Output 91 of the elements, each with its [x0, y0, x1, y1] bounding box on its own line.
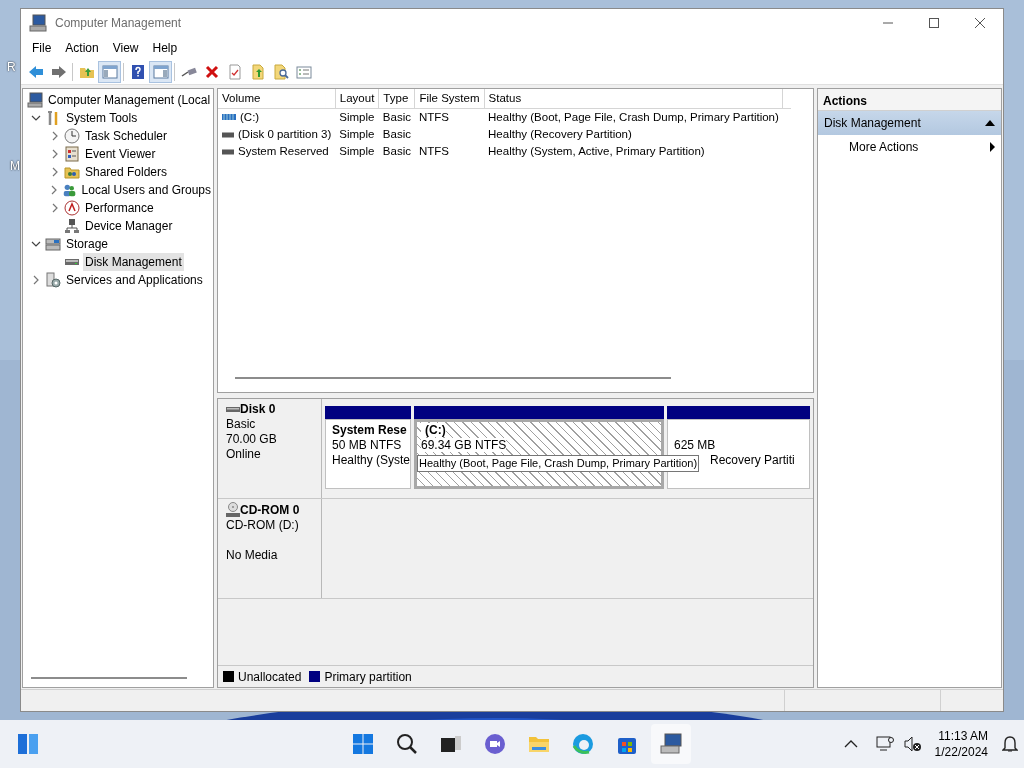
- menu-item[interactable]: File: [25, 37, 59, 59]
- menu-item[interactable]: Action: [58, 37, 106, 59]
- window-title: Computer Management: [55, 15, 182, 32]
- disk-status: No Media: [226, 548, 279, 563]
- computer-icon: [27, 92, 43, 108]
- disk-size: 70.00 GB: [226, 432, 278, 447]
- disk-name: CD-ROM 0: [240, 502, 300, 518]
- services-icon: [45, 272, 61, 288]
- tree-item[interactable]: Services and Applications: [64, 271, 205, 289]
- tree-item[interactable]: Local Users and Groups: [79, 181, 213, 199]
- scrollbar[interactable]: [31, 677, 187, 679]
- partition-size: 625 MB: [674, 438, 716, 452]
- table-cell: Basic: [382, 127, 411, 140]
- action-item[interactable]: More Actions: [818, 135, 1001, 159]
- bell-icon: [1002, 735, 1018, 753]
- table-cell: NTFS: [418, 110, 449, 123]
- table-cell: (C:): [240, 110, 260, 123]
- partition-status: Recovery Partiti: [710, 453, 795, 467]
- shared-folder-icon: [64, 164, 80, 180]
- tree-item[interactable]: System Tools: [64, 109, 140, 127]
- table-cell: Healthy (Boot, Page File, Crash Dump, Primary Partition): [488, 110, 779, 123]
- disk-status: Online: [226, 447, 262, 462]
- scrollbar[interactable]: [235, 377, 671, 379]
- table-cell: Simple: [339, 110, 375, 123]
- disk-name: Disk 0: [240, 402, 276, 417]
- column-header[interactable]: Type: [378, 89, 415, 108]
- tree-item[interactable]: Disk Management: [83, 253, 184, 271]
- volume-icon: [222, 147, 234, 156]
- column-header[interactable]: File System: [414, 89, 485, 108]
- cd-drive-icon: [226, 502, 240, 518]
- clock-time[interactable]: 11:13 AM: [934, 728, 988, 744]
- tree-item[interactable]: Storage: [64, 235, 111, 253]
- table-cell: System Reserved: [238, 145, 329, 157]
- close-icon: [975, 18, 985, 28]
- table-cell: NTFS: [418, 145, 449, 157]
- speaker-muted-icon: [903, 736, 922, 752]
- column-header[interactable]: Volume: [218, 89, 336, 108]
- computer-management-button[interactable]: [651, 724, 691, 764]
- partition-box[interactable]: System Rese 50 MB NTFS Healthy (Syste: [325, 419, 411, 489]
- partition-size: 69.34 GB NTFS: [421, 438, 507, 452]
- partition-name: System Rese: [332, 423, 407, 437]
- menu-item[interactable]: View: [105, 37, 146, 59]
- windows-logo-icon: [351, 732, 375, 756]
- partition-name: (C:): [421, 423, 446, 437]
- clock-date[interactable]: 1/22/2024: [934, 744, 988, 760]
- chevron-up-icon: [843, 740, 858, 748]
- clock-icon: [64, 128, 80, 144]
- tree-item[interactable]: Event Viewer: [83, 145, 158, 163]
- tree-item[interactable]: Computer Management (Local: [46, 91, 213, 109]
- storage-icon: [45, 236, 61, 252]
- table-cell: Healthy (System, Active, Primary Partition): [488, 145, 705, 157]
- search-icon: [395, 732, 419, 756]
- browser-icon: [571, 732, 595, 756]
- tree-item[interactable]: Performance: [83, 199, 156, 217]
- event-log-icon: [64, 146, 80, 162]
- tree-item[interactable]: Task Scheduler: [83, 127, 170, 145]
- table-cell: (Disk 0 partition 3): [238, 127, 332, 140]
- column-header[interactable]: Layout: [335, 89, 379, 108]
- legend-label: Unallocated: [238, 668, 302, 686]
- legend-label: Primary partition: [324, 668, 412, 686]
- disk-type: Basic: [226, 417, 257, 432]
- network-icon: [875, 736, 894, 752]
- partition-size: 50 MB NTFS: [332, 438, 402, 452]
- partition-status: Healthy (Syste: [332, 453, 410, 467]
- table-cell: Healthy (Recovery Partition): [488, 127, 632, 140]
- action-pane-icon: [151, 62, 170, 81]
- table-cell: Simple: [339, 145, 375, 157]
- menu-item[interactable]: Help: [145, 37, 185, 59]
- table-cell: Basic: [382, 145, 411, 157]
- tooltip: Healthy (Boot, Page File, Crash Dump, Primary Partition): [417, 455, 700, 472]
- column-header[interactable]: Status: [484, 89, 783, 108]
- disk-type: CD-ROM (D:): [226, 518, 300, 533]
- actions-section[interactable]: Disk Management: [818, 111, 1001, 135]
- volume-icon: [222, 113, 236, 122]
- volume-icon: [222, 130, 234, 139]
- table-cell: Basic: [382, 110, 411, 123]
- tree-item[interactable]: Shared Folders: [83, 163, 170, 181]
- find-icon: [271, 62, 290, 81]
- submenu-arrow-icon: [990, 142, 995, 152]
- maximize-icon: [929, 18, 939, 28]
- console-tree-icon: [100, 62, 119, 81]
- users-icon: [62, 182, 77, 198]
- tree-item[interactable]: Device Manager: [83, 217, 175, 235]
- actions-header: Actions: [818, 89, 1001, 111]
- computer-management-icon: [659, 732, 683, 756]
- widgets-icon: [16, 732, 40, 756]
- app-icon: [29, 14, 47, 32]
- chat-icon: [483, 732, 507, 756]
- device-manager-icon: [64, 218, 80, 234]
- table-cell: Simple: [339, 127, 375, 140]
- gauge-icon: [64, 200, 80, 216]
